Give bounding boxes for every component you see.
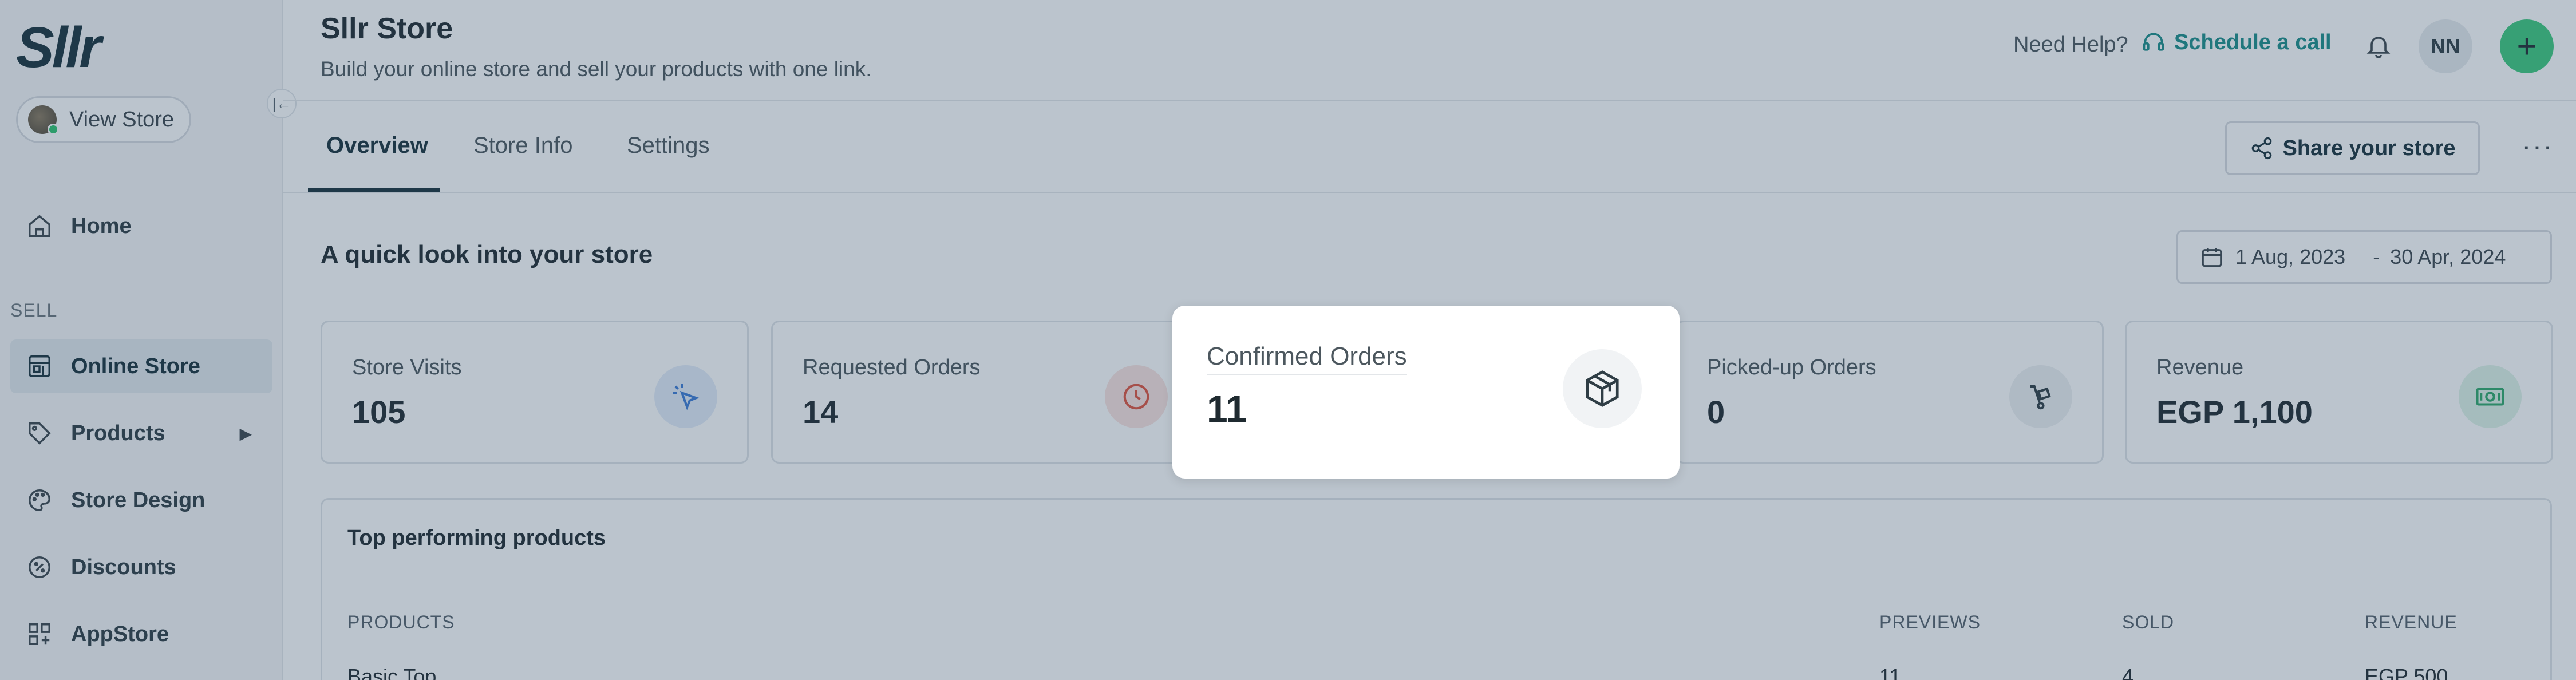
highlighted-confirmed-orders-card[interactable]: Confirmed Orders 11 bbox=[1172, 306, 1680, 479]
app-root: Sllr View Store Home SELL Online Store P… bbox=[0, 0, 2576, 680]
stat-label: Confirmed Orders bbox=[1207, 342, 1407, 375]
box-icon bbox=[1563, 349, 1642, 428]
stat-value: 11 bbox=[1207, 388, 1247, 430]
